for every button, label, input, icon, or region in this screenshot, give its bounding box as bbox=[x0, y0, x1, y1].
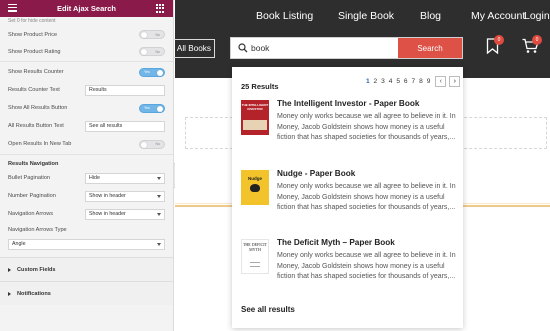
control-show-product-price: Show Product Price No bbox=[0, 26, 173, 43]
accordion-notifications[interactable]: Notifications bbox=[0, 281, 173, 305]
book-cover-image: Nudge bbox=[241, 170, 269, 205]
panel-header: Edit Ajax Search bbox=[0, 0, 173, 17]
chevron-down-icon bbox=[157, 212, 161, 216]
result-title[interactable]: Nudge - Paper Book bbox=[277, 169, 355, 178]
page-number-active[interactable]: 1 bbox=[364, 78, 372, 85]
control-label: All Results Button Text bbox=[8, 123, 64, 129]
navigation-arrows-type-select[interactable]: Angle bbox=[8, 238, 165, 250]
show-all-results-toggle[interactable]: Yes bbox=[139, 103, 165, 113]
control-show-results-counter: Show Results Counter Yes bbox=[0, 63, 173, 81]
nav-blog[interactable]: Blog bbox=[420, 10, 441, 22]
control-show-all-results-button: Show All Results Button Yes bbox=[0, 99, 173, 117]
results-navigation-heading: Results Navigation bbox=[8, 161, 59, 167]
panel-title: Edit Ajax Search bbox=[57, 4, 116, 13]
result-item[interactable]: THE INTELLIGENT INVESTOR The Intelligent… bbox=[241, 99, 456, 160]
search-input[interactable]: book bbox=[248, 38, 398, 58]
control-open-results-new-tab: Open Results In New Tab No bbox=[0, 135, 173, 153]
control-all-results-button-text: All Results Button Text See all results bbox=[0, 117, 173, 135]
control-label: Navigation Arrows bbox=[8, 211, 54, 217]
category-label: All Books bbox=[176, 44, 211, 53]
widgets-grid-icon[interactable] bbox=[156, 4, 165, 13]
page-number[interactable]: 4 bbox=[387, 78, 395, 85]
result-title[interactable]: The Deficit Myth – Paper Book bbox=[277, 238, 395, 247]
caret-right-icon bbox=[8, 291, 11, 296]
search-results-dropdown: 25 Results 1 2 3 4 5 6 7 8 9 ‹ › THE INT… bbox=[232, 67, 463, 328]
control-label: Results Counter Text bbox=[8, 87, 60, 93]
category-select[interactable]: All Books bbox=[173, 39, 215, 58]
result-title[interactable]: The Intelligent Investor - Paper Book bbox=[277, 99, 419, 108]
control-navigation-arrows-type: Navigation Arrows Type bbox=[0, 223, 173, 237]
control-label: Show Product Price bbox=[8, 31, 58, 38]
navigation-arrows-select[interactable]: Show in header bbox=[85, 208, 165, 220]
chevron-down-icon bbox=[157, 242, 161, 246]
all-results-button-text-input[interactable]: See all results bbox=[85, 120, 165, 132]
chevron-down-icon bbox=[157, 194, 161, 198]
editor-panel: Edit Ajax Search Set 0 for hide content … bbox=[0, 0, 174, 331]
control-show-product-rating: Show Product Rating No bbox=[0, 43, 173, 60]
page-number[interactable]: 5 bbox=[394, 78, 402, 85]
book-cover-image: THE INTELLIGENT INVESTOR bbox=[241, 100, 269, 135]
control-label: Bullet Pagination bbox=[8, 175, 50, 181]
search-bar: book Search bbox=[230, 37, 463, 59]
control-bullet-pagination: Bullet Pagination Hide bbox=[0, 169, 173, 187]
page-number[interactable]: 2 bbox=[372, 78, 380, 85]
result-description: Money only works because we all agree to… bbox=[277, 183, 456, 211]
result-description: Money only works because we all agree to… bbox=[277, 252, 456, 280]
menu-icon[interactable] bbox=[8, 4, 17, 13]
site-preview: Book Listing Single Book Blog My Account… bbox=[173, 0, 550, 331]
number-pagination: 1 2 3 4 5 6 7 8 9 ‹ › bbox=[364, 76, 461, 87]
caret-right-icon bbox=[8, 267, 11, 272]
chevron-down-icon bbox=[157, 176, 161, 180]
control-number-pagination: Number Pagination Show in header bbox=[0, 187, 173, 205]
panel-note: Set 0 for hide content bbox=[8, 18, 56, 24]
number-pagination-select[interactable]: Show in header bbox=[85, 190, 165, 202]
results-counter-text-input[interactable]: Results bbox=[85, 84, 165, 96]
show-product-rating-toggle[interactable]: No bbox=[139, 47, 165, 56]
prev-page-arrow-icon[interactable]: ‹ bbox=[435, 76, 447, 87]
result-item[interactable]: THE DEFICIT MYTH The Deficit Myth – Pape… bbox=[241, 238, 456, 299]
control-label: Show Product Rating bbox=[8, 48, 61, 55]
accordion-label: Custom Fields bbox=[17, 266, 56, 273]
results-counter: 25 Results bbox=[241, 82, 279, 91]
next-page-arrow-icon[interactable]: › bbox=[449, 76, 461, 87]
control-label: Open Results In New Tab bbox=[8, 141, 72, 147]
accordion-custom-fields[interactable]: Custom Fields bbox=[0, 257, 173, 281]
search-icon bbox=[231, 38, 248, 58]
search-button[interactable]: Search bbox=[398, 38, 462, 58]
nav-single-book[interactable]: Single Book bbox=[338, 10, 394, 22]
cart-count-badge: 0 bbox=[532, 35, 542, 45]
page-number[interactable]: 6 bbox=[402, 78, 410, 85]
open-results-new-tab-toggle[interactable]: No bbox=[139, 139, 165, 149]
page-number[interactable]: 9 bbox=[425, 78, 433, 85]
control-navigation-arrows: Navigation Arrows Show in header bbox=[0, 205, 173, 223]
control-label: Navigation Arrows Type bbox=[8, 227, 67, 233]
control-label: Show All Results Button bbox=[8, 105, 68, 111]
wishlist-count-badge: 0 bbox=[494, 35, 504, 45]
page-number[interactable]: 7 bbox=[410, 78, 418, 85]
nav-my-account[interactable]: My Account bbox=[471, 10, 525, 22]
page-number[interactable]: 8 bbox=[417, 78, 425, 85]
control-results-counter-text: Results Counter Text Results bbox=[0, 81, 173, 99]
bullet-pagination-select[interactable]: Hide bbox=[85, 172, 165, 184]
control-label: Show Results Counter bbox=[8, 69, 64, 75]
show-product-price-toggle[interactable]: No bbox=[139, 30, 165, 39]
show-results-counter-toggle[interactable]: Yes bbox=[139, 67, 165, 77]
nav-login[interactable]: Login bbox=[524, 10, 550, 22]
wishlist-icon[interactable]: 0 bbox=[486, 35, 504, 59]
see-all-results-button[interactable]: See all results bbox=[241, 305, 295, 314]
result-description: Money only works because we all agree to… bbox=[277, 113, 456, 141]
control-label: Number Pagination bbox=[8, 193, 56, 199]
accordion-label: Notifications bbox=[17, 290, 51, 297]
result-item[interactable]: Nudge Nudge - Paper Book Money only work… bbox=[241, 169, 456, 230]
page-number[interactable]: 3 bbox=[379, 78, 387, 85]
book-cover-image: THE DEFICIT MYTH bbox=[241, 239, 269, 274]
nav-book-listing[interactable]: Book Listing bbox=[256, 10, 313, 22]
cart-icon[interactable]: 0 bbox=[522, 35, 542, 59]
